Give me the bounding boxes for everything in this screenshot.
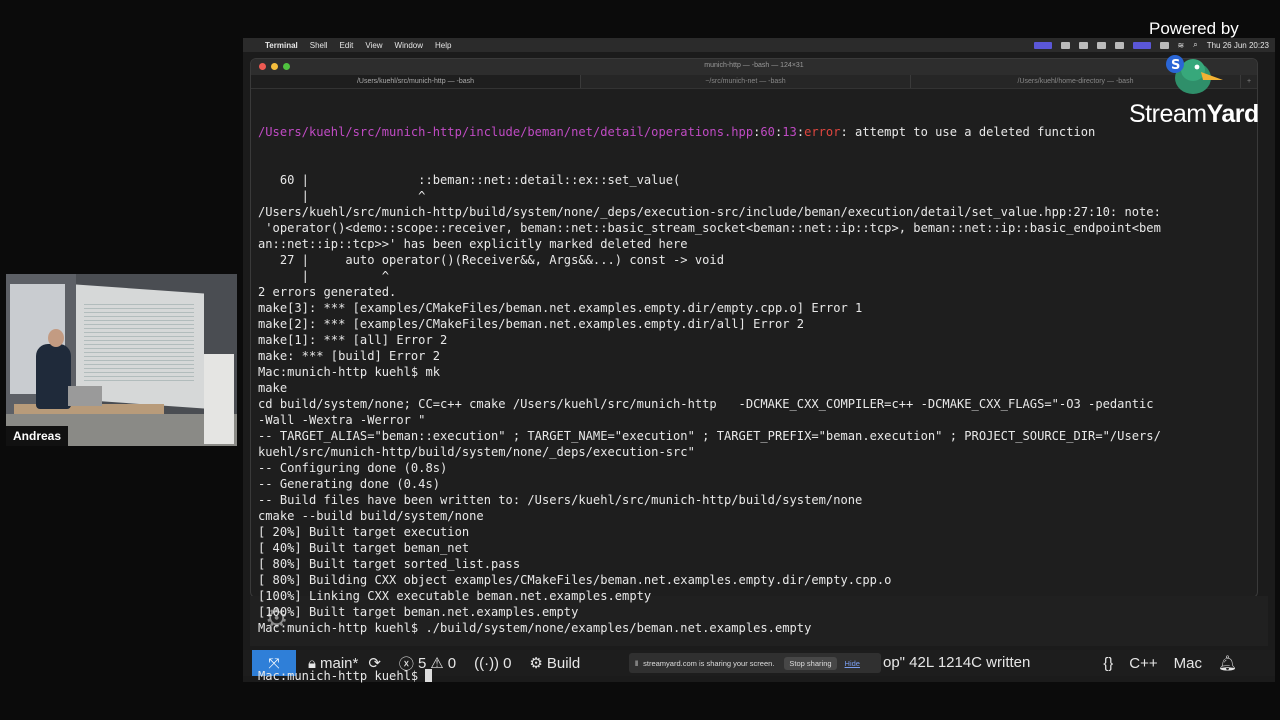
terminal-line: [100%] Built target beman.net.examples.e… [258,605,579,619]
terminal-prompt-line: Mac:munich-http kuehl$ [258,668,1258,684]
search-icon[interactable]: ⌕ [1193,40,1197,50]
status-icon[interactable] [1096,41,1106,49]
menu-help[interactable]: Help [435,41,451,50]
terminal-line: | ^ [258,189,426,203]
wifi-icon[interactable]: ≋ [1178,41,1185,50]
terminal-output[interactable]: /Users/kuehl/src/munich-http/include/bem… [258,92,1258,700]
menu-shell[interactable]: Shell [310,41,328,50]
terminal-line: cd build/system/none; CC=c++ cmake /User… [258,397,1154,411]
terminal-line: kuehl/src/munich-http/build/system/none/… [258,445,695,459]
terminal-line: cmake --build build/system/none [258,509,484,523]
terminal-line: -- Generating done (0.4s) [258,477,441,491]
terminal-line: make [258,381,288,395]
terminal-tabbar: /Users/kuehl/src/munich-http — -bash ~/s… [251,75,1257,89]
terminal-line: 27 | auto operator()(Receiver&&, Args&&.… [258,253,724,267]
text-cursor [425,669,433,682]
screen-share-icon[interactable] [1033,41,1052,49]
terminal-line: /Users/kuehl/src/munich-http/build/syste… [258,205,1161,219]
terminal-line: make[2]: *** [examples/CMakeFiles/beman.… [258,317,805,331]
speaker-name-label: Andreas [6,426,69,446]
terminal-line: -- Build files have been written to: /Us… [258,493,863,507]
powered-by-text: Powered by [1149,19,1239,38]
terminal-title: munich-http — -bash — 124×31 [704,62,804,69]
prompt: Mac:munich-http kuehl$ [258,669,426,683]
terminal-tab[interactable]: ~/src/munich-net — -bash [581,75,911,88]
terminal-line: -Wall -Wextra -Werror " [258,413,426,427]
status-icon[interactable] [1060,41,1070,49]
new-tab-button[interactable]: + [1241,75,1257,88]
terminal-line: Mac:munich-http kuehl$ mk [258,365,441,379]
terminal-line: make[3]: *** [examples/CMakeFiles/beman.… [258,301,863,315]
terminal-line: [ 80%] Building CXX object examples/CMak… [258,573,892,587]
status-icon[interactable] [1132,41,1151,49]
menubar-datetime[interactable]: Thu 26 Jun 20:23 [1207,41,1269,50]
menubar-status-area: ≋ ⌕ Thu 26 Jun 20:23 [1033,38,1269,52]
webcam-video [6,274,237,446]
terminal-line: [ 20%] Built target execution [258,525,470,539]
terminal-line: 60 | ::beman::net::detail::ex::set_value… [258,173,681,187]
terminal-line: 'operator()<demo::scope::receiver, beman… [258,221,1161,235]
terminal-line: [100%] Linking CXX executable beman.net.… [258,589,652,603]
terminal-line: 2 errors generated. [258,285,397,299]
bluetooth-icon[interactable] [1114,41,1124,49]
terminal-line: [ 80%] Built target sorted_list.pass [258,557,521,571]
battery-icon[interactable] [1159,41,1169,49]
terminal-line: /Users/kuehl/src/munich-http/include/bem… [258,125,1096,139]
status-icon[interactable] [1078,41,1088,49]
menu-window[interactable]: Window [395,41,423,50]
terminal-titlebar[interactable]: munich-http — -bash — 124×31 [251,59,1257,75]
terminal-line: an::net::ip::tcp>>' has been explicitly … [258,237,688,251]
terminal-line: -- TARGET_ALIAS="beman::execution" ; TAR… [258,429,1161,443]
streamyard-wordmark: StreamYard [1129,100,1259,128]
menu-edit[interactable]: Edit [340,41,354,50]
terminal-line: make[1]: *** [all] Error 2 [258,333,448,347]
terminal-line: Mac:munich-http kuehl$ ./build/system/no… [258,621,812,635]
terminal-line: [ 40%] Built target beman_net [258,541,470,555]
terminal-tab[interactable]: /Users/kuehl/src/munich-http — -bash [251,75,581,88]
menu-view[interactable]: View [365,41,382,50]
svg-text:S: S [1171,58,1180,73]
terminal-line: make: *** [build] Error 2 [258,349,441,363]
menu-terminal[interactable]: Terminal [265,41,298,50]
streamyard-duck-logo: S [1166,55,1223,94]
terminal-line: -- Configuring done (0.8s) [258,461,448,475]
terminal-line: | ^ [258,269,390,283]
mac-menubar: Terminal Shell Edit View Window Help ≋ ⌕… [243,38,1275,52]
